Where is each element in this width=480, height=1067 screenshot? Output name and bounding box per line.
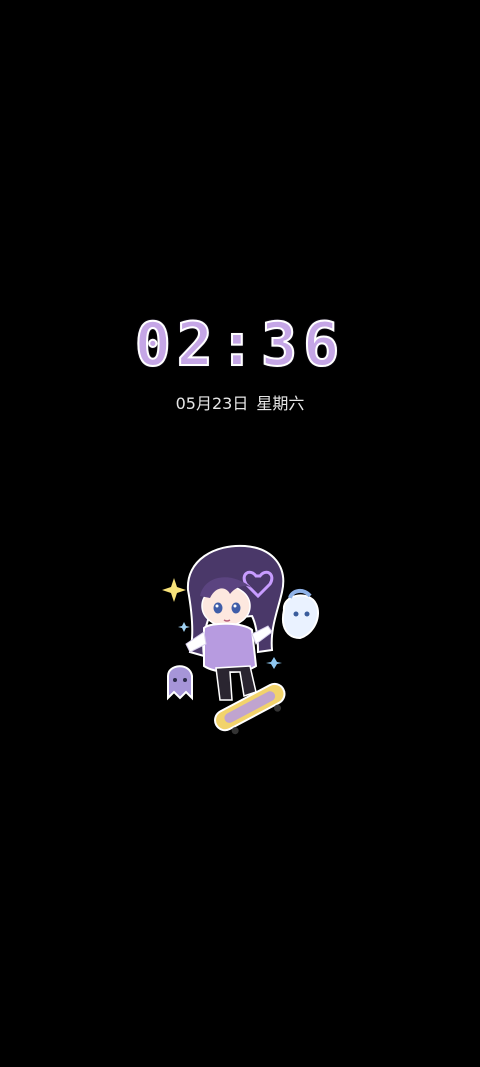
sparkle-icon [178, 622, 190, 632]
lockscreen-date: 05月23日 [175, 394, 249, 413]
eye-right [231, 602, 241, 614]
ghost-right-shape [282, 589, 319, 640]
wallpaper-character-sticker [160, 540, 330, 740]
lockscreen-clock: 02:36 [134, 310, 346, 380]
lockscreen-date-row: 05月23日 星期六 [0, 392, 480, 416]
eye-left [213, 602, 223, 614]
ghost-left-shape [167, 665, 193, 701]
sparkle-icon [162, 578, 186, 602]
sweater-shape [203, 622, 258, 673]
sparkle-icon [266, 657, 282, 669]
lock-screen: 02:36 05月23日 星期六 [0, 0, 480, 1067]
lockscreen-weekday: 星期六 [256, 394, 305, 413]
character-illustration [162, 544, 319, 735]
